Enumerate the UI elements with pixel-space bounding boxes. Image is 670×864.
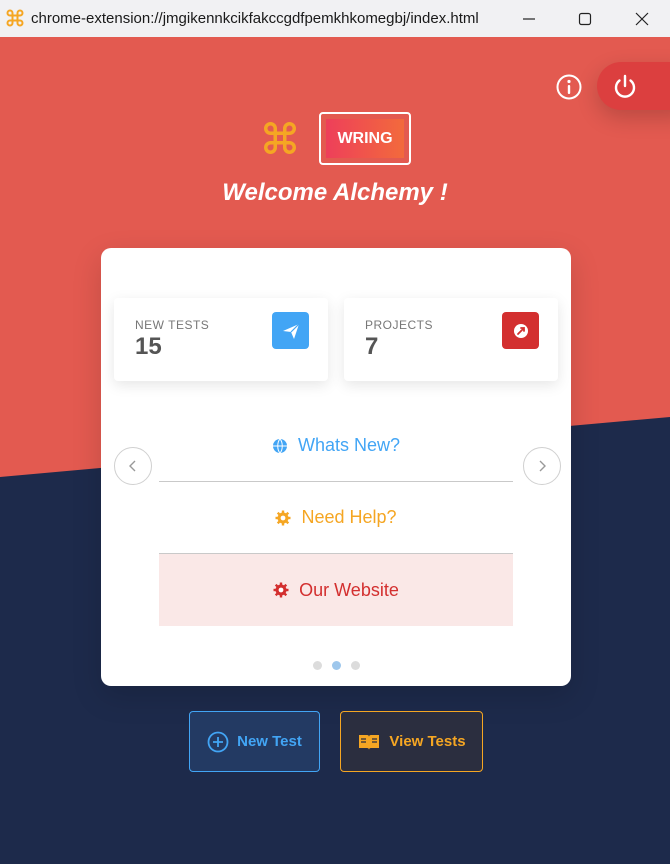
window-url: chrome-extension://jmgikennkcikfakccgdfp… xyxy=(31,10,479,27)
dashboard-card: NEW TESTS 15 PROJECTS 7 Whats New? Need … xyxy=(101,248,571,686)
brand-label: WRING xyxy=(326,119,404,158)
window-titlebar: chrome-extension://jmgikennkcikfakccgdfp… xyxy=(0,0,670,37)
stat-value: 7 xyxy=(365,333,379,360)
brand-badge: WRING xyxy=(319,112,411,165)
power-icon xyxy=(614,74,636,98)
app-command-icon xyxy=(6,9,24,27)
view-tests-label: View Tests xyxy=(389,733,466,750)
info-button[interactable] xyxy=(555,73,583,101)
menu-item-whats-new[interactable]: Whats New? xyxy=(159,410,513,482)
carousel-indicators xyxy=(101,661,571,670)
carousel-dot-active[interactable] xyxy=(331,661,341,670)
chevron-left-icon xyxy=(129,460,136,472)
paper-plane-icon xyxy=(282,323,299,339)
view-tests-button[interactable]: View Tests xyxy=(340,711,483,772)
stat-icon-box xyxy=(502,312,539,349)
menu-item-label: Our Website xyxy=(299,579,399,600)
stat-label: PROJECTS xyxy=(365,318,434,332)
plus-circle-icon xyxy=(207,731,229,753)
command-logo-icon xyxy=(264,122,296,154)
menu-item-our-website[interactable]: Our Website xyxy=(159,554,513,626)
power-button[interactable] xyxy=(597,62,670,110)
menu-item-need-help[interactable]: Need Help? xyxy=(159,482,513,554)
carousel-menu: Whats New? Need Help? Our Website xyxy=(159,410,513,626)
stat-label: NEW TESTS xyxy=(135,318,210,332)
chevron-right-icon xyxy=(539,460,546,472)
carousel-prev-button[interactable] xyxy=(114,447,152,485)
carousel-dot[interactable] xyxy=(350,661,360,670)
maximize-icon xyxy=(578,12,592,25)
maximize-button[interactable] xyxy=(557,0,613,37)
book-icon xyxy=(357,732,381,752)
menu-item-label: Need Help? xyxy=(301,507,397,527)
gear-icon xyxy=(275,510,291,525)
carousel-dot[interactable] xyxy=(312,661,322,670)
welcome-message: Welcome Alchemy ! xyxy=(222,179,448,206)
new-test-button[interactable]: New Test xyxy=(189,711,320,772)
close-button[interactable] xyxy=(614,0,670,37)
rocket-icon xyxy=(513,323,528,338)
stat-value: 15 xyxy=(135,333,162,360)
stat-new-tests[interactable]: NEW TESTS 15 xyxy=(114,298,328,381)
minimize-icon xyxy=(523,17,535,20)
stat-projects[interactable]: PROJECTS 7 xyxy=(344,298,558,381)
carousel-next-button[interactable] xyxy=(523,447,561,485)
info-icon xyxy=(556,74,582,100)
extension-app: WRING Welcome Alchemy ! NEW TESTS 15 PRO… xyxy=(0,37,670,864)
new-test-label: New Test xyxy=(237,733,302,750)
close-icon xyxy=(635,12,649,25)
minimize-button[interactable] xyxy=(501,0,557,37)
gear-icon xyxy=(273,582,289,598)
stat-icon-box xyxy=(272,312,309,349)
menu-item-label: Whats New? xyxy=(297,435,401,455)
globe-icon xyxy=(272,438,287,454)
